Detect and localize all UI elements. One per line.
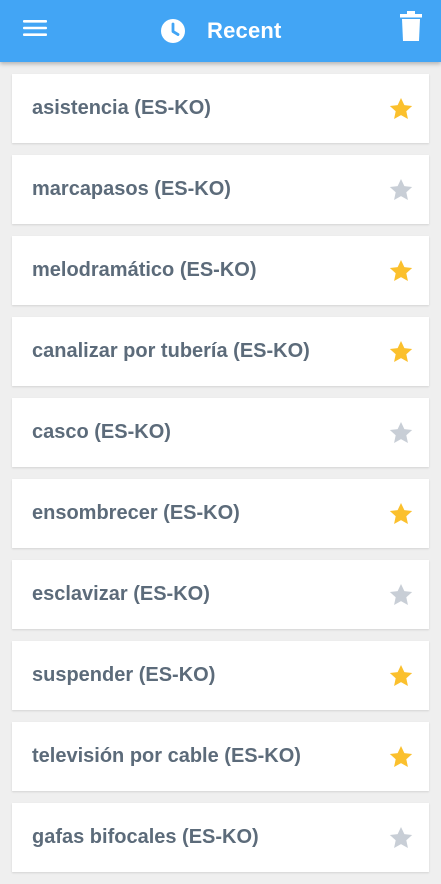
delete-history-button[interactable] <box>397 8 425 44</box>
star-filled-icon[interactable] <box>388 744 414 770</box>
star-filled-icon[interactable] <box>388 96 414 122</box>
list-item[interactable]: televisión por cable (ES-KO) <box>12 722 429 791</box>
star-outline-icon[interactable] <box>388 420 414 446</box>
trash-icon <box>400 11 422 41</box>
list-item[interactable]: suspender (ES-KO) <box>12 641 429 710</box>
list-item[interactable]: casco (ES-KO) <box>12 398 429 467</box>
list-item[interactable]: gafas bifocales (ES-KO) <box>12 803 429 872</box>
hamburger-menu-icon <box>23 20 47 36</box>
star-filled-icon[interactable] <box>388 258 414 284</box>
list-item-label: melodramático (ES-KO) <box>32 259 257 281</box>
list-item-label: asistencia (ES-KO) <box>32 97 211 119</box>
app-bar-title-group: Recent <box>160 12 282 50</box>
list-item[interactable]: esclavizar (ES-KO) <box>12 560 429 629</box>
list-item-label: televisión por cable (ES-KO) <box>32 745 301 767</box>
list-item[interactable]: marcapasos (ES-KO) <box>12 155 429 224</box>
list-item-label: esclavizar (ES-KO) <box>32 583 210 605</box>
list-item-label: ensombrecer (ES-KO) <box>32 502 240 524</box>
star-filled-icon[interactable] <box>388 663 414 689</box>
page-title: Recent <box>207 18 282 43</box>
list-item[interactable]: ensombrecer (ES-KO) <box>12 479 429 548</box>
menu-button[interactable] <box>14 10 56 46</box>
app-bar: Recent <box>0 0 441 62</box>
list-item-label: canalizar por tubería (ES-KO) <box>32 340 310 362</box>
list-item[interactable]: asistencia (ES-KO) <box>12 74 429 143</box>
star-filled-icon[interactable] <box>388 501 414 527</box>
list-item[interactable]: canalizar por tubería (ES-KO) <box>12 317 429 386</box>
star-filled-icon[interactable] <box>388 339 414 365</box>
star-outline-icon[interactable] <box>388 582 414 608</box>
list-item-label: suspender (ES-KO) <box>32 664 216 686</box>
star-outline-icon[interactable] <box>388 177 414 203</box>
star-outline-icon[interactable] <box>388 825 414 851</box>
recent-list: asistencia (ES-KO) marcapasos (ES-KO) melo… <box>12 74 429 884</box>
clock-icon <box>160 18 186 44</box>
list-item[interactable]: melodramático (ES-KO) <box>12 236 429 305</box>
list-item-label: gafas bifocales (ES-KO) <box>32 826 259 848</box>
list-item-label: casco (ES-KO) <box>32 421 171 443</box>
list-item-label: marcapasos (ES-KO) <box>32 178 231 200</box>
